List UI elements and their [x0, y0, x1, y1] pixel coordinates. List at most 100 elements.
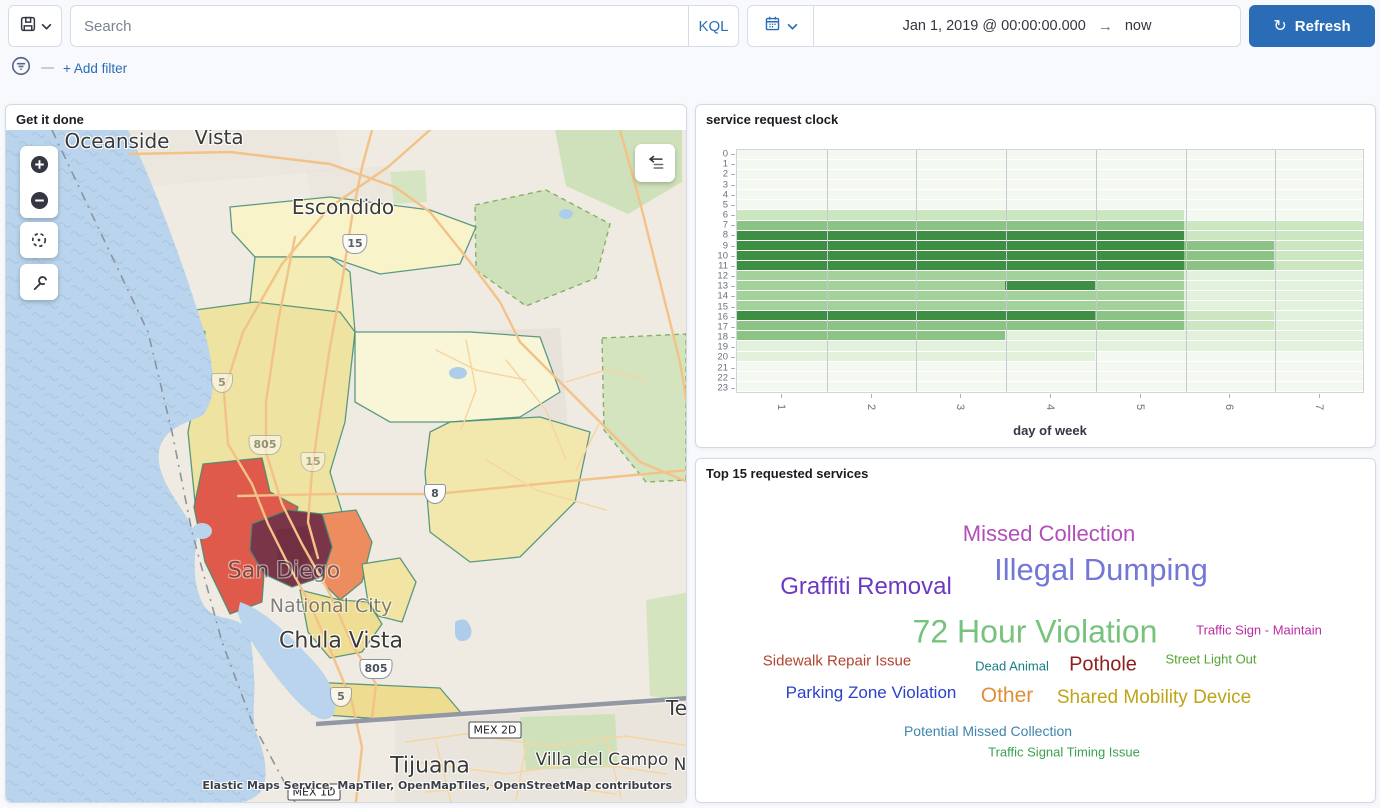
heatmap-cell[interactable] — [1005, 160, 1094, 169]
heatmap-cell[interactable] — [1095, 150, 1184, 159]
refresh-button[interactable]: ↻ Refresh — [1249, 5, 1375, 47]
heatmap-cell[interactable] — [737, 321, 826, 330]
heatmap-cell[interactable] — [1184, 321, 1273, 330]
heatmap-cell[interactable] — [1184, 190, 1273, 199]
tagcloud-word[interactable]: Pothole — [1069, 654, 1137, 677]
heatmap-cell[interactable] — [1005, 321, 1094, 330]
heatmap-cell[interactable] — [916, 331, 1005, 340]
heatmap-cell[interactable] — [916, 210, 1005, 219]
heatmap-cell[interactable] — [826, 251, 915, 260]
heatmap-cell[interactable] — [737, 150, 826, 159]
heatmap-cell[interactable] — [916, 251, 1005, 260]
heatmap-cell[interactable] — [1184, 210, 1273, 219]
heatmap-cell[interactable] — [916, 170, 1005, 179]
heatmap-cell[interactable] — [826, 200, 915, 209]
heatmap-cell[interactable] — [737, 352, 826, 361]
heatmap-cell[interactable] — [1005, 311, 1094, 320]
heatmap-cell[interactable] — [1005, 190, 1094, 199]
heatmap-cell[interactable] — [826, 271, 915, 280]
heatmap-cell[interactable] — [916, 241, 1005, 250]
heatmap-cell[interactable] — [1005, 281, 1094, 290]
date-range-display[interactable]: Jan 1, 2019 @ 00:00:00.000 → now — [814, 6, 1240, 46]
heatmap-cell[interactable] — [1005, 150, 1094, 159]
heatmap-cell[interactable] — [826, 331, 915, 340]
heatmap-cell[interactable] — [1095, 261, 1184, 270]
heatmap-cell[interactable] — [1274, 221, 1363, 230]
heatmap-cell[interactable] — [1095, 301, 1184, 310]
search-input[interactable]: Search — [71, 6, 688, 46]
heatmap-cell[interactable] — [916, 231, 1005, 240]
heatmap-cell[interactable] — [1274, 170, 1363, 179]
heatmap-cell[interactable] — [737, 210, 826, 219]
heatmap-cell[interactable] — [1184, 311, 1273, 320]
heatmap-cell[interactable] — [1184, 362, 1273, 371]
heatmap-cell[interactable] — [1274, 231, 1363, 240]
heatmap-cell[interactable] — [1184, 180, 1273, 189]
heatmap-cell[interactable] — [1095, 160, 1184, 169]
heatmap-cell[interactable] — [826, 160, 915, 169]
heatmap-cell[interactable] — [1274, 241, 1363, 250]
heatmap-cell[interactable] — [826, 261, 915, 270]
heatmap-cell[interactable] — [826, 341, 915, 350]
tagcloud-word[interactable]: Illegal Dumping — [994, 552, 1208, 588]
heatmap-cell[interactable] — [1184, 281, 1273, 290]
heatmap-cell[interactable] — [826, 382, 915, 391]
heatmap-cell[interactable] — [1184, 341, 1273, 350]
zoom-in-button[interactable] — [20, 146, 58, 182]
heatmap-cell[interactable] — [1005, 341, 1094, 350]
heatmap-cell[interactable] — [1274, 150, 1363, 159]
heatmap-cell[interactable] — [1184, 271, 1273, 280]
heatmap-cell[interactable] — [1005, 170, 1094, 179]
heatmap-cell[interactable] — [1095, 251, 1184, 260]
heatmap-cell[interactable] — [1184, 261, 1273, 270]
heatmap-cell[interactable] — [1005, 251, 1094, 260]
heatmap-cell[interactable] — [1274, 341, 1363, 350]
add-filter-link[interactable]: + Add filter — [63, 61, 127, 76]
heatmap-cell[interactable] — [826, 301, 915, 310]
tagcloud-word[interactable]: Traffic Signal Timing Issue — [988, 745, 1140, 760]
heatmap-cell[interactable] — [1005, 301, 1094, 310]
heatmap-cell[interactable] — [826, 180, 915, 189]
heatmap-cell[interactable] — [826, 170, 915, 179]
heatmap-cell[interactable] — [1274, 331, 1363, 340]
heatmap-cell[interactable] — [737, 251, 826, 260]
heatmap-cell[interactable] — [1274, 372, 1363, 381]
heatmap-cell[interactable] — [1274, 200, 1363, 209]
heatmap-cell[interactable] — [826, 231, 915, 240]
collapse-legend-button[interactable] — [635, 144, 675, 182]
heatmap-cell[interactable] — [1095, 200, 1184, 209]
heatmap-cell[interactable] — [916, 180, 1005, 189]
heatmap-cell[interactable] — [1095, 231, 1184, 240]
heatmap-cell[interactable] — [1274, 281, 1363, 290]
heatmap-cell[interactable] — [1184, 331, 1273, 340]
heatmap-cell[interactable] — [1184, 231, 1273, 240]
heatmap-cell[interactable] — [737, 241, 826, 250]
heatmap-cell[interactable] — [1184, 170, 1273, 179]
heatmap-cell[interactable] — [826, 291, 915, 300]
heatmap-cell[interactable] — [1095, 190, 1184, 199]
filter-set-icon[interactable] — [10, 55, 32, 82]
heatmap-cell[interactable] — [1095, 291, 1184, 300]
tagcloud-word[interactable]: Shared Mobility Device — [1057, 687, 1251, 709]
heatmap-cell[interactable] — [1005, 231, 1094, 240]
heatmap-cell[interactable] — [916, 301, 1005, 310]
heatmap-cell[interactable] — [1184, 382, 1273, 391]
heatmap-cell[interactable] — [1095, 352, 1184, 361]
heatmap-cell[interactable] — [916, 362, 1005, 371]
zoom-out-button[interactable] — [20, 182, 58, 218]
date-range-start[interactable]: Jan 1, 2019 @ 00:00:00.000 — [903, 18, 1086, 34]
date-quick-menu-button[interactable] — [748, 6, 814, 46]
heatmap-cell[interactable] — [1274, 321, 1363, 330]
heatmap-cell[interactable] — [1184, 241, 1273, 250]
heatmap-cell[interactable] — [826, 281, 915, 290]
heatmap-cell[interactable] — [916, 150, 1005, 159]
heatmap-cell[interactable] — [737, 362, 826, 371]
heatmap-cell[interactable] — [737, 180, 826, 189]
map-canvas[interactable] — [6, 130, 686, 802]
tagcloud-word[interactable]: Sidewalk Repair Issue — [763, 653, 911, 670]
heatmap-cell[interactable] — [1095, 221, 1184, 230]
heatmap-cell[interactable] — [1274, 382, 1363, 391]
heatmap-cell[interactable] — [1005, 291, 1094, 300]
heatmap-cell[interactable] — [1005, 331, 1094, 340]
heatmap-cell[interactable] — [737, 221, 826, 230]
